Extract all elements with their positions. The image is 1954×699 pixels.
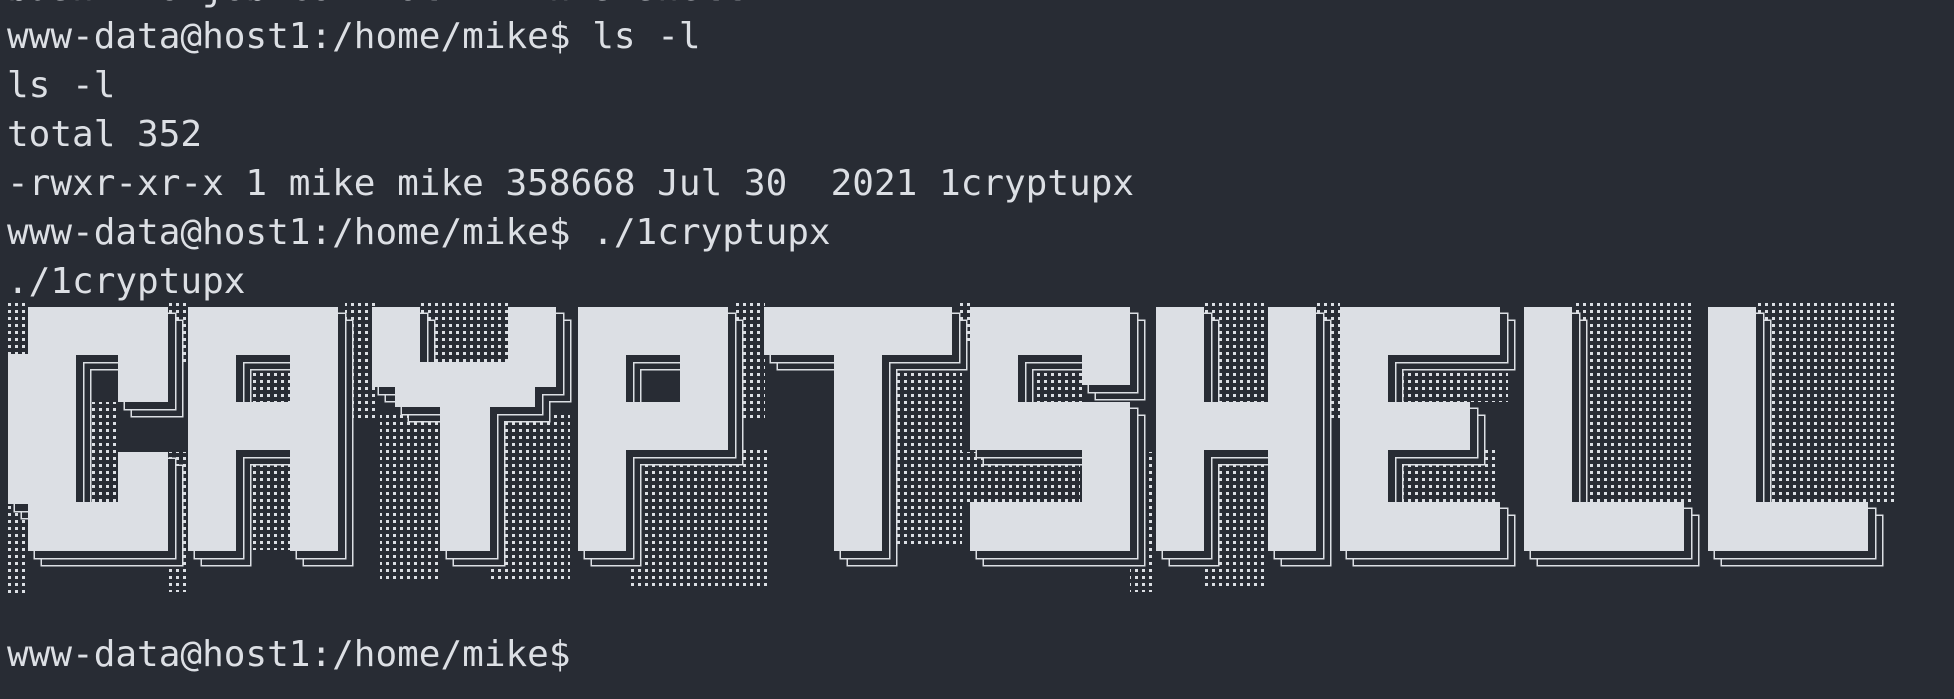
prompt-command-run: www-data@host1:/home/mike$ ./1cryptupx — [7, 212, 831, 253]
final-prompt[interactable]: www-data@host1:/home/mike$ — [7, 630, 571, 679]
command-echo-run: ./1cryptupx — [7, 261, 246, 302]
ascii-banner — [0, 302, 1900, 602]
output-file-listing: -rwxr-xr-x 1 mike mike 358668 Jul 30 202… — [7, 163, 1135, 204]
terminal-window[interactable]: bash: no job control in this shell www-d… — [0, 0, 1954, 699]
output-total: total 352 — [7, 114, 203, 155]
command-echo-ls: ls -l — [7, 65, 116, 106]
prompt-command-ls: www-data@host1:/home/mike$ ls -l — [7, 16, 701, 57]
